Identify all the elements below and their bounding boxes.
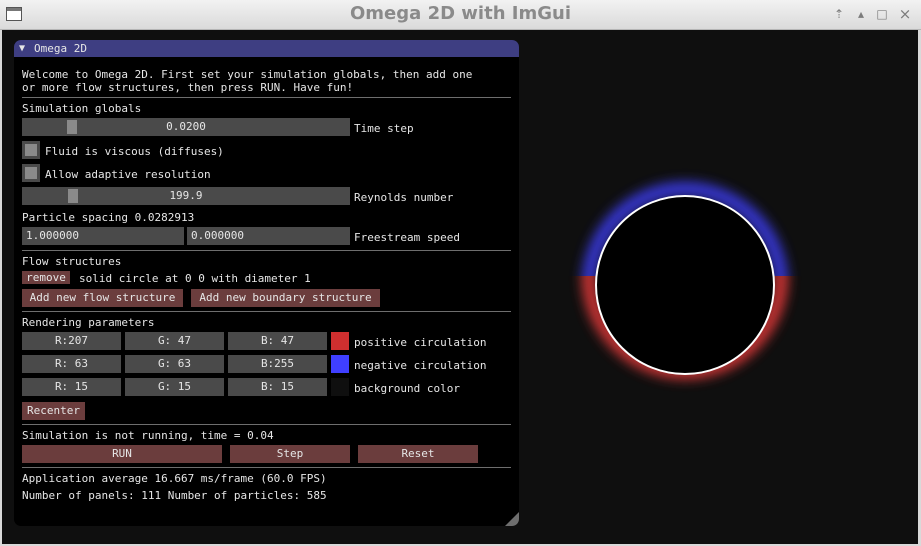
positive-b-input[interactable]: B: 47 <box>228 332 327 350</box>
simulation-status: Simulation is not running, time = 0.04 <box>22 429 274 442</box>
maximize-icon[interactable]: □ <box>874 6 890 22</box>
flow-visualization <box>582 182 788 379</box>
adaptive-label: Allow adaptive resolution <box>45 168 211 181</box>
background-color-swatch[interactable] <box>331 378 349 396</box>
recenter-button[interactable]: Recenter <box>22 402 85 420</box>
reynolds-value: 199.9 <box>169 189 203 202</box>
omega-panel[interactable]: ▼ Omega 2D Welcome to Omega 2D. First se… <box>14 40 519 526</box>
adaptive-checkbox[interactable] <box>22 164 40 182</box>
shade-icon[interactable]: ▴ <box>853 6 869 22</box>
negative-circulation-label: negative circulation <box>354 359 487 372</box>
add-boundary-structure-button[interactable]: Add new boundary structure <box>191 289 380 307</box>
particle-spacing-text: Particle spacing 0.0282913 <box>22 211 195 224</box>
freestream-x-input[interactable]: 1.000000 <box>22 227 184 245</box>
resize-grip[interactable] <box>505 512 519 526</box>
time-step-label: Time step <box>354 122 414 135</box>
reset-button[interactable]: Reset <box>358 445 478 463</box>
positive-circulation-label: positive circulation <box>354 336 487 349</box>
separator <box>22 311 511 312</box>
viscous-checkbox[interactable] <box>22 141 40 159</box>
viscous-label: Fluid is viscous (diffuses) <box>45 145 224 158</box>
panel-header[interactable]: ▼ Omega 2D <box>14 40 519 57</box>
collapse-arrow-icon[interactable]: ▼ <box>19 40 25 57</box>
fps-text: Application average 16.667 ms/frame (60.… <box>22 472 327 485</box>
welcome-line-2: or more flow structures, then press RUN.… <box>22 81 354 94</box>
globals-heading: Simulation globals <box>22 102 142 115</box>
time-step-value: 0.0200 <box>166 120 206 133</box>
slider-grab[interactable] <box>68 189 78 203</box>
negative-g-input[interactable]: G: 63 <box>125 355 224 373</box>
window-title: Omega 2D with ImGui <box>350 3 571 24</box>
negative-r-input[interactable]: R: 63 <box>22 355 121 373</box>
close-icon[interactable]: × <box>897 6 913 22</box>
welcome-line-1: Welcome to Omega 2D. First set your simu… <box>22 68 473 81</box>
background-r-input[interactable]: R: 15 <box>22 378 121 396</box>
counts-text: Number of panels: 111 Number of particle… <box>22 489 327 502</box>
negative-color-swatch[interactable] <box>331 355 349 373</box>
slider-grab[interactable] <box>67 120 77 134</box>
panel-title: Omega 2D <box>34 42 87 55</box>
background-b-input[interactable]: B: 15 <box>228 378 327 396</box>
separator <box>22 97 511 98</box>
solid-circle-body <box>595 195 775 375</box>
reynolds-label: Reynolds number <box>354 191 454 204</box>
run-button[interactable]: RUN <box>22 445 222 463</box>
separator <box>22 424 511 425</box>
separator <box>22 250 511 251</box>
remove-button[interactable]: remove <box>22 271 70 284</box>
step-button[interactable]: Step <box>230 445 350 463</box>
freestream-label: Freestream speed <box>354 231 460 244</box>
positive-r-input[interactable]: R:207 <box>22 332 121 350</box>
flow-heading: Flow structures <box>22 255 122 268</box>
reynolds-slider[interactable]: 199.9 <box>22 187 350 205</box>
flow-item-text: solid circle at 0 0 with diameter 1 <box>79 272 311 285</box>
add-flow-structure-button[interactable]: Add new flow structure <box>22 289 183 307</box>
window-titlebar[interactable]: Omega 2D with ImGui ⇡ ▴ □ × <box>0 0 921 30</box>
pin-icon[interactable]: ⇡ <box>831 6 847 22</box>
positive-g-input[interactable]: G: 47 <box>125 332 224 350</box>
freestream-y-input[interactable]: 0.000000 <box>187 227 350 245</box>
background-color-label: background color <box>354 382 460 395</box>
positive-color-swatch[interactable] <box>331 332 349 350</box>
rendering-heading: Rendering parameters <box>22 316 155 329</box>
background-g-input[interactable]: G: 15 <box>125 378 224 396</box>
time-step-slider[interactable]: 0.0200 <box>22 118 350 136</box>
separator <box>22 467 511 468</box>
negative-b-input[interactable]: B:255 <box>228 355 327 373</box>
